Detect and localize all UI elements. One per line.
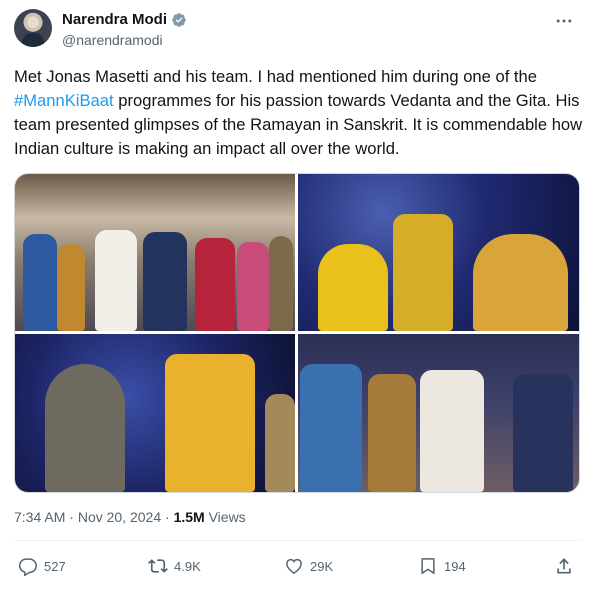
bookmark-icon <box>421 558 435 575</box>
author-name-row: Narendra Modi <box>62 11 187 28</box>
verified-badge-icon <box>172 12 186 27</box>
photo-costumed-performers[interactable] <box>15 334 295 492</box>
bookmark-count: 194 <box>444 558 466 574</box>
repost-count: 4.9K <box>174 558 201 574</box>
author-handle[interactable]: @narendramodi <box>62 32 163 48</box>
separator-dot: · <box>65 509 78 525</box>
tweet-card: Narendra Modi @narendramodi Met Jonas Ma… <box>0 0 596 591</box>
reply-icon <box>18 558 38 576</box>
photo-performers-starry-backdrop[interactable] <box>298 174 579 331</box>
share-icon <box>557 558 571 574</box>
tweet-time[interactable]: 7:34 AM <box>14 509 65 525</box>
reply-count: 527 <box>44 558 66 574</box>
tweet-date[interactable]: Nov 20, 2024 <box>78 509 161 525</box>
repost-icon <box>148 559 168 573</box>
tweet-meta: 7:34 AM · Nov 20, 2024 · 1.5M Views <box>14 509 246 525</box>
action-bar: 527 4.9K 29K 194 <box>14 556 582 580</box>
heart-icon <box>286 558 302 574</box>
photo-namaste-greeting[interactable] <box>298 334 579 492</box>
separator-dot: · <box>161 509 174 525</box>
more-options-icon[interactable] <box>554 11 574 34</box>
views-count: 1.5M <box>173 509 205 525</box>
bookmark-button[interactable]: 194 <box>418 556 466 576</box>
hashtag-link[interactable]: #MannKiBaat <box>14 91 114 110</box>
divider <box>14 540 582 541</box>
like-button[interactable]: 29K <box>284 556 333 576</box>
photo-group-on-stage[interactable] <box>15 174 295 331</box>
share-button[interactable] <box>554 556 574 576</box>
tweet-text-part: Met Jonas Masetti and his team. I had me… <box>14 67 538 86</box>
reply-button[interactable]: 527 <box>18 556 66 576</box>
views-label: Views <box>204 509 246 525</box>
repost-button[interactable]: 4.9K <box>148 556 201 576</box>
like-count: 29K <box>310 558 334 574</box>
tweet-text: Met Jonas Masetti and his team. I had me… <box>14 65 584 161</box>
author-name[interactable]: Narendra Modi <box>62 11 167 28</box>
author-avatar[interactable] <box>14 9 52 47</box>
media-grid <box>14 173 580 493</box>
